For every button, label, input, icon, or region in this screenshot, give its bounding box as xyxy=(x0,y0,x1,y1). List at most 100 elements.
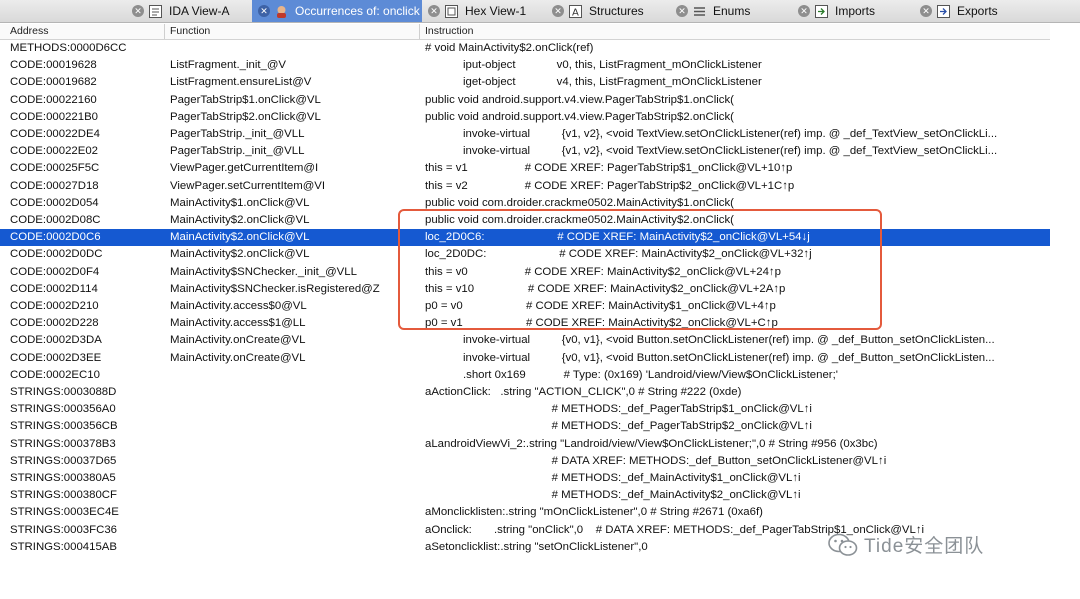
svg-text:A: A xyxy=(572,7,579,18)
address-cell: STRINGS:000356CB xyxy=(10,420,118,433)
column-address[interactable]: Address xyxy=(10,25,49,37)
instruction-cell: # METHODS:_def_MainActivity$2_onClick@VL… xyxy=(425,489,801,502)
function-cell: PagerTabStrip._init_@VLL xyxy=(170,128,305,140)
function-cell: PagerTabStrip._init_@VLL xyxy=(170,145,305,158)
tab-close-icon[interactable]: ✕ xyxy=(798,5,810,17)
address-cell: CODE:00022DE4 xyxy=(10,128,100,140)
table-row[interactable]: CODE:00022E02 PagerTabStrip._init_@VLL in… xyxy=(0,143,1050,160)
imports-icon xyxy=(815,4,828,18)
occurrences-icon xyxy=(277,5,286,18)
instruction-cell: invoke-virtual {v0, v1}, <void Button.se… xyxy=(425,351,995,364)
tab-close-icon[interactable]: ✕ xyxy=(552,5,564,17)
function-cell: MainActivity$1.onClick@VL xyxy=(170,196,310,209)
address-cell: CODE:0002D0F4 xyxy=(10,265,100,278)
tab-enums[interactable]: ✕ Enums xyxy=(676,0,796,22)
column-instruction[interactable]: Instruction xyxy=(425,25,473,37)
function-cell: ViewPager.setCurrentItem@VI xyxy=(170,179,326,192)
hex-view-icon xyxy=(445,4,458,18)
address-cell: CODE:0002D210 xyxy=(10,300,99,312)
table-row[interactable]: CODE:0002EC10 .short 0x169 # Type: (0x16… xyxy=(0,367,1050,384)
address-cell: CODE:0002D0DC xyxy=(10,248,103,261)
tab-close-icon[interactable]: ✕ xyxy=(920,5,932,17)
tab-occurrences[interactable]: ✕ Occurrences of: onclick xyxy=(252,0,422,22)
table-row[interactable]: CODE:00019628 ListFragment._init_@V iput-… xyxy=(0,57,1050,74)
address-cell: CODE:0002D0C6 xyxy=(10,231,101,244)
instruction-cell: # void MainActivity$2.onClick(ref) xyxy=(425,42,594,54)
scrollbar-track[interactable] xyxy=(1050,39,1080,539)
tab-ida-view-a[interactable]: ✕ IDA View-A xyxy=(132,0,252,22)
function-cell: MainActivity.access$0@VL xyxy=(170,300,307,312)
tab-close-icon[interactable]: ✕ xyxy=(258,5,270,17)
function-cell: ViewPager.getCurrentItem@I xyxy=(170,162,319,175)
tab-label: Structures xyxy=(589,4,644,18)
table-row[interactable]: STRINGS:000356A0 # METHODS:_def_PagerTab… xyxy=(0,401,1050,418)
function-cell: PagerTabStrip$1.onClick@VL xyxy=(170,93,321,106)
address-cell: STRINGS:0003088D xyxy=(10,386,117,398)
ida-view-icon xyxy=(149,4,162,18)
instruction-cell: aMonclicklisten:.string "mOnClickListene… xyxy=(425,506,763,519)
tab-label: Enums xyxy=(713,4,751,18)
instruction-cell: # DATA XREF: METHODS:_def_Button_setOnCl… xyxy=(425,454,887,467)
table-row[interactable]: CODE:00025F5C ViewPager.getCurrentItem@I t… xyxy=(0,160,1050,177)
table-row[interactable]: STRINGS:0003EC4E aMonclicklisten:.string … xyxy=(0,504,1050,521)
tab-close-icon[interactable]: ✕ xyxy=(132,5,144,17)
function-cell: MainActivity$2.onClick@VL xyxy=(170,248,310,261)
tab-hex-view-1[interactable]: ✕ Hex View-1 xyxy=(428,0,548,22)
table-row[interactable]: STRINGS:000378B3 aLandroidViewVi_2:.strin… xyxy=(0,436,1050,453)
tab-label: Imports xyxy=(835,4,876,18)
function-cell: ListFragment._init_@V xyxy=(170,59,287,72)
address-cell: STRINGS:0003EC4E xyxy=(10,506,119,519)
table-row[interactable]: STRINGS:000380CF # METHODS:_def_MainActi… xyxy=(0,487,1050,504)
column-function[interactable]: Function xyxy=(170,25,210,37)
highlight-box xyxy=(398,209,882,330)
address-cell: CODE:0002EC10 xyxy=(10,368,100,381)
address-cell: CODE:00019628 xyxy=(10,59,97,72)
watermark: Tide安全团队 xyxy=(828,531,984,558)
column-divider[interactable] xyxy=(419,24,420,39)
table-row[interactable]: STRINGS:00037D65 # DATA XREF: METHODS:_d… xyxy=(0,453,1050,470)
address-cell: STRINGS:000380CF xyxy=(10,489,117,502)
table-row[interactable]: CODE:000221B0 PagerTabStrip$2.onClick@VL p… xyxy=(0,109,1050,126)
instruction-cell: # METHODS:_def_PagerTabStrip$2_onClick@V… xyxy=(425,420,812,433)
wechat-icon xyxy=(828,533,858,556)
table-row[interactable]: CODE:00019682 ListFragment.ensureList@V i… xyxy=(0,74,1050,91)
table-row[interactable]: CODE:0002D3DA MainActivity.onCreate@VL in… xyxy=(0,332,1050,349)
table-row[interactable]: CODE:00022DE4 PagerTabStrip._init_@VLL in… xyxy=(0,126,1050,143)
column-divider[interactable] xyxy=(164,24,165,39)
tab-exports[interactable]: ✕ Exports xyxy=(920,0,1040,22)
instruction-cell: public void android.support.v4.view.Page… xyxy=(425,93,734,106)
address-cell: CODE:00022E02 xyxy=(10,145,99,158)
instruction-cell: iget-object v4, this, ListFragment_mOnCl… xyxy=(425,76,762,89)
tab-close-icon[interactable]: ✕ xyxy=(676,5,688,17)
address-cell: STRINGS:0003FC36 xyxy=(10,523,117,536)
address-cell: CODE:0002D3EE xyxy=(10,351,102,364)
address-cell: CODE:0002D3DA xyxy=(10,334,102,347)
table-row[interactable]: STRINGS:000380A5 # METHODS:_def_MainActi… xyxy=(0,470,1050,487)
address-cell: STRINGS:000380A5 xyxy=(10,472,116,484)
instruction-cell: invoke-virtual {v1, v2}, <void TextView.… xyxy=(425,128,998,140)
tab-bar: ✕ IDA View-A ✕ Occurrences of: onclick ✕… xyxy=(0,0,1080,23)
tab-close-icon[interactable]: ✕ xyxy=(428,5,440,17)
table-row[interactable]: STRINGS:000356CB # METHODS:_def_PagerTab… xyxy=(0,418,1050,435)
table-row[interactable]: CODE:0002D3EE MainActivity.onCreate@VL in… xyxy=(0,350,1050,367)
function-cell: ListFragment.ensureList@V xyxy=(170,76,312,89)
address-cell: CODE:000221B0 xyxy=(10,110,99,123)
tab-structures[interactable]: ✕ A Structures xyxy=(552,0,672,22)
table-row[interactable]: CODE:00022160 PagerTabStrip$1.onClick@VL p… xyxy=(0,92,1050,109)
enums-icon xyxy=(694,6,705,16)
address-cell: CODE:00019682 xyxy=(10,76,97,89)
instruction-cell: .short 0x169 # Type: (0x169) 'Landroid/v… xyxy=(425,368,838,381)
address-cell: STRINGS:00037D65 xyxy=(10,454,117,467)
table-row[interactable]: METHODS:0000D6CC # void MainActivity$2.on… xyxy=(0,40,1050,57)
function-cell: MainActivity$SNChecker._init_@VLL xyxy=(170,265,357,278)
address-cell: STRINGS:000415AB xyxy=(10,540,117,553)
address-cell: CODE:0002D08C xyxy=(10,214,101,226)
tab-imports[interactable]: ✕ Imports xyxy=(798,0,918,22)
address-cell: METHODS:0000D6CC xyxy=(10,42,127,54)
function-cell: MainActivity.onCreate@VL xyxy=(170,351,306,364)
table-row[interactable]: CODE:00027D18 ViewPager.setCurrentItem@VI… xyxy=(0,178,1050,195)
function-cell: MainActivity.access$1@LL xyxy=(170,317,306,330)
table-row[interactable]: STRINGS:0003088D aActionClick: .string "A… xyxy=(0,384,1050,401)
instruction-cell: this = v2 # CODE XREF: PagerTabStrip$2_o… xyxy=(425,179,795,192)
address-cell: CODE:0002D228 xyxy=(10,317,99,330)
